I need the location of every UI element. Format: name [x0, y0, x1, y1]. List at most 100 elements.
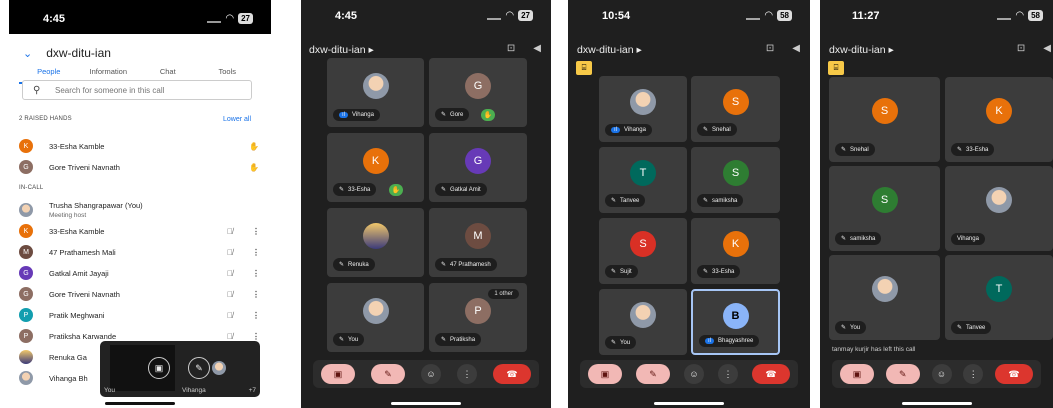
participant-name: Gore Triveni Navnath [49, 289, 120, 299]
emoji-button[interactable]: ☺ [421, 364, 441, 384]
participant-tile[interactable]: ıl Vihanga [327, 58, 424, 127]
wifi-icon: ◠ [764, 10, 774, 21]
participant-tile[interactable]: ✎ You [327, 283, 424, 352]
meeting-title: dxw-ditu-ian [46, 46, 111, 60]
camera-toggle-button[interactable]: ▣ [840, 364, 874, 384]
participant-tile[interactable]: ✎ You [829, 255, 940, 340]
status-bar: 4:45 ◠ 27 [9, 0, 271, 34]
more-options-icon[interactable]: ⋮ [251, 227, 261, 236]
picture-in-picture[interactable]: ▣ ✎ You Vihanga +7 [100, 341, 260, 397]
mic-off-icon: ✎ [841, 147, 847, 153]
participant-tile[interactable]: G ✎ Gore ✋ [429, 58, 527, 127]
participant-tile[interactable]: ıl Vihanga [599, 76, 687, 142]
more-button[interactable]: ⋮ [963, 364, 984, 384]
tile-name: Sujit [620, 268, 632, 275]
switch-camera-icon[interactable]: ⊡ [1017, 43, 1025, 54]
switch-camera-icon[interactable]: ⊡ [507, 43, 515, 54]
meeting-title[interactable]: dxw-ditu-ian ▸ [829, 44, 894, 56]
participant-row[interactable]: G Gore Triveni Navnath ✋ [19, 157, 261, 177]
participant-tile[interactable]: S ✎ Snehal [691, 76, 780, 142]
participant-row[interactable]: M 47 Prathamesh Mali 🎙̸ ⋮ [19, 242, 261, 262]
tile-name: samiksha [712, 197, 738, 204]
camera-toggle-button[interactable]: ▣ [321, 364, 355, 384]
participant-row[interactable]: G Gore Triveni Navnath 🎙̸ ⋮ [19, 284, 261, 304]
tile-name: 33-Esha [966, 146, 989, 153]
status-time: 10:54 [602, 10, 631, 22]
participant-tile-active-speaker[interactable]: Bıl Bhagyashree [691, 289, 780, 355]
search-input[interactable] [55, 85, 235, 95]
avatar [630, 302, 656, 329]
end-call-button[interactable]: ☎ [752, 364, 790, 384]
emoji-button[interactable]: ☺ [684, 364, 704, 384]
avatar [212, 361, 226, 375]
speaker-icon[interactable]: ◀ [1043, 43, 1051, 54]
participant-tile[interactable]: G ✎ Gatkal Amit [429, 133, 527, 202]
host-controls-icon[interactable]: ⌸ [828, 61, 844, 75]
more-options-icon[interactable]: ⋮ [251, 290, 261, 299]
host-row[interactable]: Trusha Shangrapawar (You) Meeting host [19, 200, 261, 220]
mic-off-icon: ✎ [611, 340, 617, 346]
pip-more-count: +7 [248, 387, 256, 394]
speaker-icon[interactable]: ◀ [792, 43, 800, 54]
tile-name: Snehal [850, 146, 869, 153]
raised-hand-icon[interactable]: ✋ [247, 142, 261, 151]
mic-toggle-button[interactable]: ✎ [371, 364, 405, 384]
host-controls-icon[interactable]: ⌸ [576, 61, 592, 75]
participant-tile[interactable]: T ✎ Tanvee [599, 147, 687, 213]
participant-name: 33-Esha Kamble [49, 141, 105, 151]
participant-row[interactable]: K 33-Esha Kamble 🎙̸ ⋮ [19, 221, 261, 241]
raised-hand-icon[interactable]: ✋ [247, 163, 261, 172]
end-call-button[interactable]: ☎ [493, 364, 531, 384]
camera-off-icon[interactable]: ▣ [148, 357, 170, 379]
emoji-button[interactable]: ☺ [931, 364, 952, 384]
participant-tile[interactable]: S ✎ samiksha [829, 166, 940, 251]
battery-icon: 27 [518, 10, 533, 21]
more-button[interactable]: ⋮ [457, 364, 477, 384]
camera-toggle-button[interactable]: ▣ [588, 364, 622, 384]
participant-tile[interactable]: T ✎ Tanvee [945, 255, 1053, 340]
others-badge: 1 other [488, 289, 519, 299]
participant-row[interactable]: K 33-Esha Kamble ✋ [19, 136, 261, 156]
mic-off-icon: ✎ [339, 262, 345, 268]
more-button[interactable]: ⋮ [718, 364, 738, 384]
participant-row[interactable]: G Gatkal Amit Jayaji 🎙̸ ⋮ [19, 263, 261, 283]
mic-toggle-button[interactable]: ✎ [636, 364, 670, 384]
end-call-button[interactable]: ☎ [995, 364, 1033, 384]
participant-tile[interactable]: Vihanga [945, 166, 1053, 251]
participant-tile[interactable]: P ✎ Pratiksha 1 other [429, 283, 527, 352]
mic-toggle-button[interactable]: ✎ [885, 364, 920, 384]
participant-tile[interactable]: K ✎ 33-Esha [691, 218, 780, 284]
more-options-icon[interactable]: ⋮ [251, 332, 261, 341]
tile-name: Gore [450, 111, 464, 118]
status-bar: 11:27 ◠ 58 [820, 10, 1053, 26]
meeting-title[interactable]: dxw-ditu-ian ▸ [309, 44, 374, 56]
speaker-icon[interactable]: ◀ [533, 43, 541, 54]
participant-tile[interactable]: S ✎ samiksha [691, 147, 780, 213]
more-options-icon[interactable]: ⋮ [251, 269, 261, 278]
participant-tile[interactable]: S ✎ Snehal [829, 77, 940, 162]
more-options-icon[interactable]: ⋮ [251, 248, 261, 257]
participant-tile[interactable]: ✎ You [599, 289, 687, 355]
call-controls: ▣ ✎ ☺ ⋮ ☎ [313, 360, 539, 388]
meet-grid-screen: 11:27 ◠ 58 dxw-ditu-ian ▸ ⊡ ◀ ⌸ S ✎ Snehal K ✎… [820, 0, 1053, 408]
mic-off-icon: 🎙̸ [227, 310, 233, 320]
lower-all-button[interactable]: Lower all [223, 116, 251, 123]
participant-tile[interactable]: K ✎ 33-Esha [945, 77, 1053, 162]
meet-grid-screen: 10:54 ◠ 58 dxw-ditu-ian ▸ ⊡ ◀ ⌸ ıl Vihanga S… [568, 0, 810, 408]
collapse-chevron-icon[interactable]: ⌄ [23, 47, 32, 60]
mic-off-icon[interactable]: ✎ [188, 357, 210, 379]
avatar: S [722, 160, 749, 187]
people-panel-screen: 4:45 ◠ 27 ⌄ dxw-ditu-ian People Informatio… [9, 0, 271, 408]
search-box[interactable]: ⚲ [22, 80, 252, 100]
participant-tile[interactable]: S ✎ Sujit [599, 218, 687, 284]
more-options-icon[interactable]: ⋮ [251, 311, 261, 320]
avatar: G [465, 72, 491, 99]
avatar: M [19, 245, 33, 259]
switch-camera-icon[interactable]: ⊡ [766, 43, 774, 54]
meeting-title[interactable]: dxw-ditu-ian ▸ [577, 44, 642, 56]
participant-tile[interactable]: K ✎ 33-Esha ✋ [327, 133, 424, 202]
participant-row[interactable]: P Pratik Meghwani 🎙̸ ⋮ [19, 305, 261, 325]
participant-tile[interactable]: ✎ Renuka [327, 208, 424, 277]
avatar [19, 203, 33, 217]
participant-tile[interactable]: M ✎ 47 Prathamesh [429, 208, 527, 277]
